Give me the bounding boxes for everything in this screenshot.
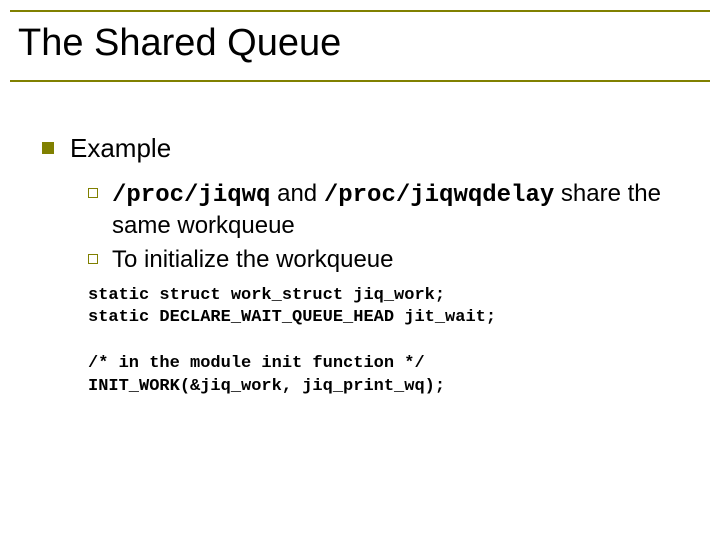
code-block: static struct work_struct jiq_work; stat… bbox=[88, 285, 690, 400]
bullet-level1-text: Example bbox=[70, 132, 171, 165]
code-line: static struct work_struct jiq_work; bbox=[88, 286, 445, 305]
square-outline-icon bbox=[88, 254, 98, 264]
square-outline-icon bbox=[88, 188, 98, 198]
slide-body: Example /proc/jiqwq and /proc/jiqwqdelay… bbox=[42, 132, 690, 399]
inline-code: /proc/jiqwq bbox=[112, 182, 270, 209]
slide: The Shared Queue Example /proc/jiqwq and… bbox=[0, 0, 720, 540]
code-line: /* in the module init function */ bbox=[88, 354, 425, 373]
inline-text: and bbox=[270, 180, 323, 207]
bullet-level2-text: To initialize the workqueue bbox=[112, 245, 690, 275]
bullet-level2: To initialize the workqueue bbox=[88, 245, 690, 275]
square-filled-icon bbox=[42, 142, 54, 154]
bullet-level1: Example bbox=[42, 132, 690, 165]
bullet-level2: /proc/jiqwq and /proc/jiqwqdelay share t… bbox=[88, 179, 690, 241]
code-line: INIT_WORK(&jiq_work, jiq_print_wq); bbox=[88, 377, 445, 396]
code-line: static DECLARE_WAIT_QUEUE_HEAD jit_wait; bbox=[88, 308, 496, 327]
sub-bullets: /proc/jiqwq and /proc/jiqwqdelay share t… bbox=[88, 179, 690, 275]
divider-under-title bbox=[10, 80, 710, 82]
slide-title: The Shared Queue bbox=[18, 22, 341, 65]
bullet-level2-text: /proc/jiqwq and /proc/jiqwqdelay share t… bbox=[112, 179, 690, 241]
inline-code: /proc/jiqwqdelay bbox=[324, 182, 554, 209]
divider-top bbox=[10, 10, 710, 12]
